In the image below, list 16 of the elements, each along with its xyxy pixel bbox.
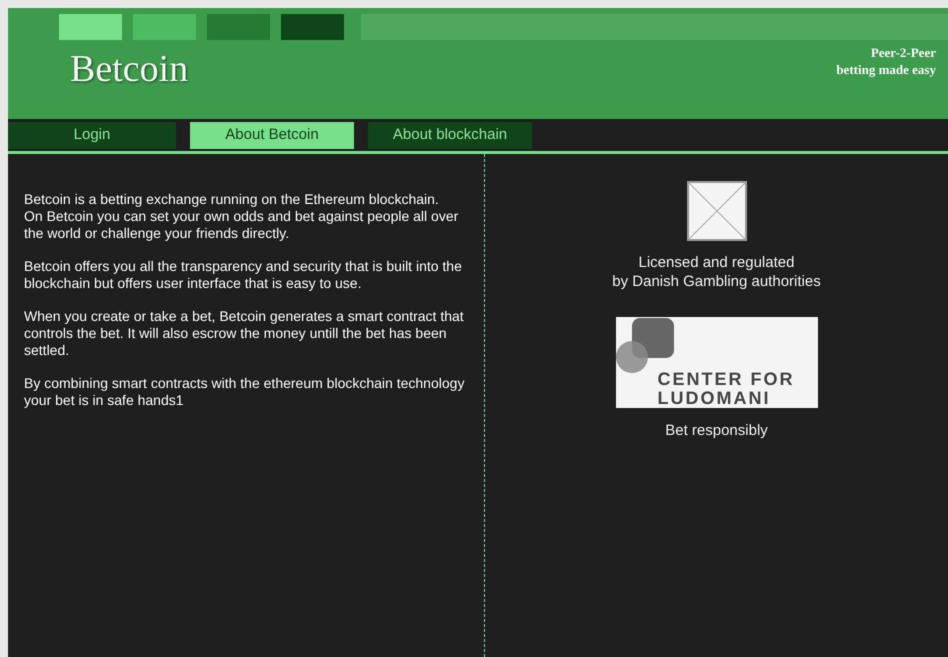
about-paragraph: By combining smart contracts with the ethereum blockchain technology your bet is in safe hands1 [24, 375, 466, 409]
logo-text: CENTER FOR [658, 369, 794, 389]
tagline-text: Peer-2-Peer [870, 44, 936, 61]
about-paragraph: Betcoin offers you all the transparency and security that is built into the blockchain but offers user interface that is easy to use. [24, 258, 463, 292]
nav-tab[interactable]: Login [8, 122, 176, 149]
nav-tab[interactable]: About blockchain [368, 122, 532, 149]
tagline-text: betting made easy [836, 61, 936, 78]
site-logo: Betcoin [70, 50, 188, 88]
about-paragraph: When you create or take a bet, Betcoin generates a smart contract that controls the bet. It will also escrow the money untill the bet has been settled. [24, 308, 465, 359]
license-text: Licensed and regulated [638, 253, 794, 272]
license-text: by Danish Gambling authorities [612, 272, 821, 291]
caption-text: Bet responsibly [665, 421, 768, 441]
nav-tab[interactable]: About Betcoin [190, 122, 354, 149]
logo-text: LUDOMANI [658, 389, 772, 407]
broken-image-icon [686, 181, 746, 241]
about-paragraph: Betcoin is a betting exchange running on the Ethereum blockchain. On Betcoin you can set your own odds and bet against people all over the world or challenge your friends directly. [24, 191, 460, 242]
